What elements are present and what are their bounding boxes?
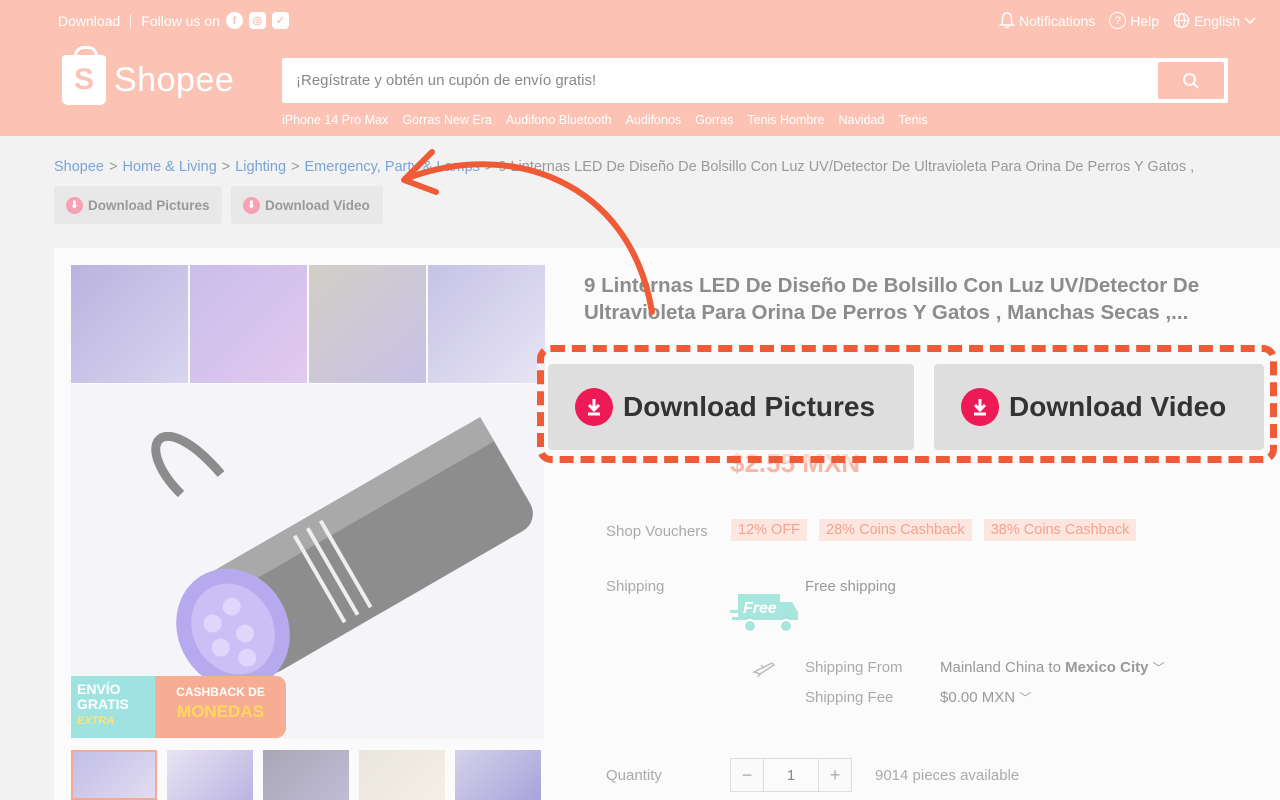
thumbnail[interactable]	[71, 750, 157, 800]
topbar-right: Notifications ? Help English	[999, 12, 1256, 29]
download-video-label: Download Video	[1009, 391, 1227, 422]
voucher-badge[interactable]: 28% Coins Cashback	[819, 519, 972, 541]
product-thumbnail[interactable]	[71, 265, 188, 383]
plane-icon	[752, 662, 776, 678]
help-label: Help	[1130, 12, 1160, 29]
chevron-right-icon: >	[109, 159, 118, 175]
site-header: Download Follow us on f ◎ ✓ Notification…	[0, 0, 1280, 136]
search-link[interactable]: Tenis	[898, 113, 927, 127]
search-link[interactable]: Gorras	[695, 113, 733, 127]
topbar-left: Download Follow us on f ◎ ✓	[58, 12, 289, 29]
download-pictures-label: Download Pictures	[88, 197, 210, 213]
globe-icon	[1173, 12, 1190, 29]
help-link[interactable]: ? Help	[1109, 12, 1159, 29]
download-icon: ⬇	[243, 196, 260, 214]
thumbnail[interactable]	[167, 750, 253, 800]
shipping-fee-value[interactable]: $0.00 MXN ﹀	[940, 689, 1031, 706]
breadcrumb-item[interactable]: Shopee	[54, 159, 104, 175]
chevron-down-icon: ﹀	[1152, 661, 1165, 675]
free-shipping-text: Free shipping	[805, 578, 896, 595]
facebook-icon[interactable]: f	[225, 12, 243, 29]
quantity-label: Quantity	[606, 767, 662, 784]
free-shipping-banner-text: ENVÍO GRATIS	[77, 681, 129, 712]
download-pictures-button-small[interactable]: ⬇ Download Pictures	[54, 186, 222, 224]
shop-vouchers-label: Shop Vouchers	[606, 523, 708, 540]
voucher-badge[interactable]: 38% Coins Cashback	[983, 519, 1137, 541]
search-link[interactable]: Navidad	[839, 113, 885, 127]
chevron-right-icon: >	[291, 159, 300, 175]
annotation-arrow	[401, 149, 655, 315]
breadcrumb-item[interactable]: Lighting	[235, 159, 286, 175]
shipping-route[interactable]: Mainland China to Mexico City ﹀	[940, 659, 1165, 676]
search-input[interactable]	[296, 68, 1136, 92]
chevron-down-icon	[1244, 16, 1256, 24]
download-icon: ⬇	[66, 196, 83, 214]
help-icon: ?	[1109, 12, 1127, 29]
search-link[interactable]: iPhone 14 Pro Max	[282, 113, 388, 127]
shipping-fee-label: Shipping Fee	[805, 689, 894, 706]
language-selector[interactable]: English	[1173, 12, 1256, 29]
free-badge: Free	[743, 600, 777, 617]
logo-text: Shopee	[114, 60, 235, 99]
download-icon	[961, 388, 999, 426]
thumbnail[interactable]	[455, 750, 541, 800]
chevron-right-icon: >	[221, 159, 231, 175]
breadcrumb-item[interactable]: Home & Living	[122, 159, 216, 175]
download-pictures-label: Download Pictures	[623, 391, 876, 422]
search-link[interactable]: Tenis Hombre	[747, 113, 824, 127]
shopee-logo[interactable]: S Shopee	[62, 46, 235, 105]
notifications-label: Notifications	[1019, 12, 1096, 29]
product-thumbnail[interactable]	[190, 265, 307, 383]
shopping-bag-icon: S	[62, 46, 106, 105]
cashback-banner-text: CASHBACK DE	[176, 685, 265, 699]
search-link[interactable]: Gorras New Era	[402, 113, 492, 127]
twitter-icon[interactable]: ✓	[271, 12, 289, 29]
search-link[interactable]: Audifonos	[626, 113, 682, 127]
search-button[interactable]	[1158, 62, 1224, 99]
search-link[interactable]: Audifono Bluetooth	[506, 113, 612, 127]
language-label: English	[1194, 12, 1240, 29]
chevron-down-icon: ﹀	[1019, 691, 1032, 705]
notifications-link[interactable]: Notifications	[999, 12, 1095, 29]
thumbnail[interactable]	[359, 750, 445, 800]
decrease-quantity-button[interactable]: −	[730, 758, 764, 792]
shipping-label: Shipping	[606, 578, 665, 595]
search-icon	[1183, 72, 1199, 89]
shipping-fee-amount: $0.00 MXN	[940, 689, 1016, 706]
download-video-label: Download Video	[265, 197, 370, 213]
bell-icon	[999, 12, 1016, 29]
thumbnail-strip	[71, 750, 541, 800]
download-app-link[interactable]: Download	[58, 13, 120, 29]
shipping-destination: Mexico City	[1065, 659, 1149, 676]
download-pictures-button[interactable]: Download Pictures	[548, 364, 914, 450]
free-shipping-truck-icon: Free	[730, 594, 798, 633]
stock-available: 9014 pieces available	[875, 767, 1020, 784]
coins-banner-text: MONEDAS	[177, 702, 264, 721]
quantity-value[interactable]: 1	[764, 758, 818, 792]
voucher-list: 12% OFF 28% Coins Cashback 38% Coins Cas…	[731, 519, 1137, 541]
download-video-button[interactable]: Download Video	[934, 364, 1264, 450]
follow-us-label: Follow us on	[141, 12, 220, 29]
search-bar	[282, 58, 1228, 103]
voucher-badge[interactable]: 12% OFF	[731, 519, 808, 541]
instagram-icon[interactable]: ◎	[248, 12, 266, 29]
promo-banner: ENVÍO GRATIS EXTRA CASHBACK DE MONEDAS	[71, 676, 286, 738]
download-video-button-small[interactable]: ⬇ Download Video	[231, 186, 383, 224]
increase-quantity-button[interactable]: +	[818, 758, 852, 792]
trending-searches: iPhone 14 Pro Max Gorras New Era Audifon…	[282, 113, 928, 127]
thumbnail[interactable]	[263, 750, 349, 800]
shipping-from-label: Shipping From	[805, 659, 903, 676]
download-icon	[575, 388, 613, 426]
divider	[130, 13, 132, 28]
shipping-origin: Mainland China to	[940, 659, 1061, 676]
quantity-stepper: − 1 +	[730, 758, 852, 792]
product-title: 9 Linternas LED De Diseño De Bolsillo Co…	[584, 274, 1200, 324]
banner-extra-text: EXTRA	[77, 715, 115, 727]
